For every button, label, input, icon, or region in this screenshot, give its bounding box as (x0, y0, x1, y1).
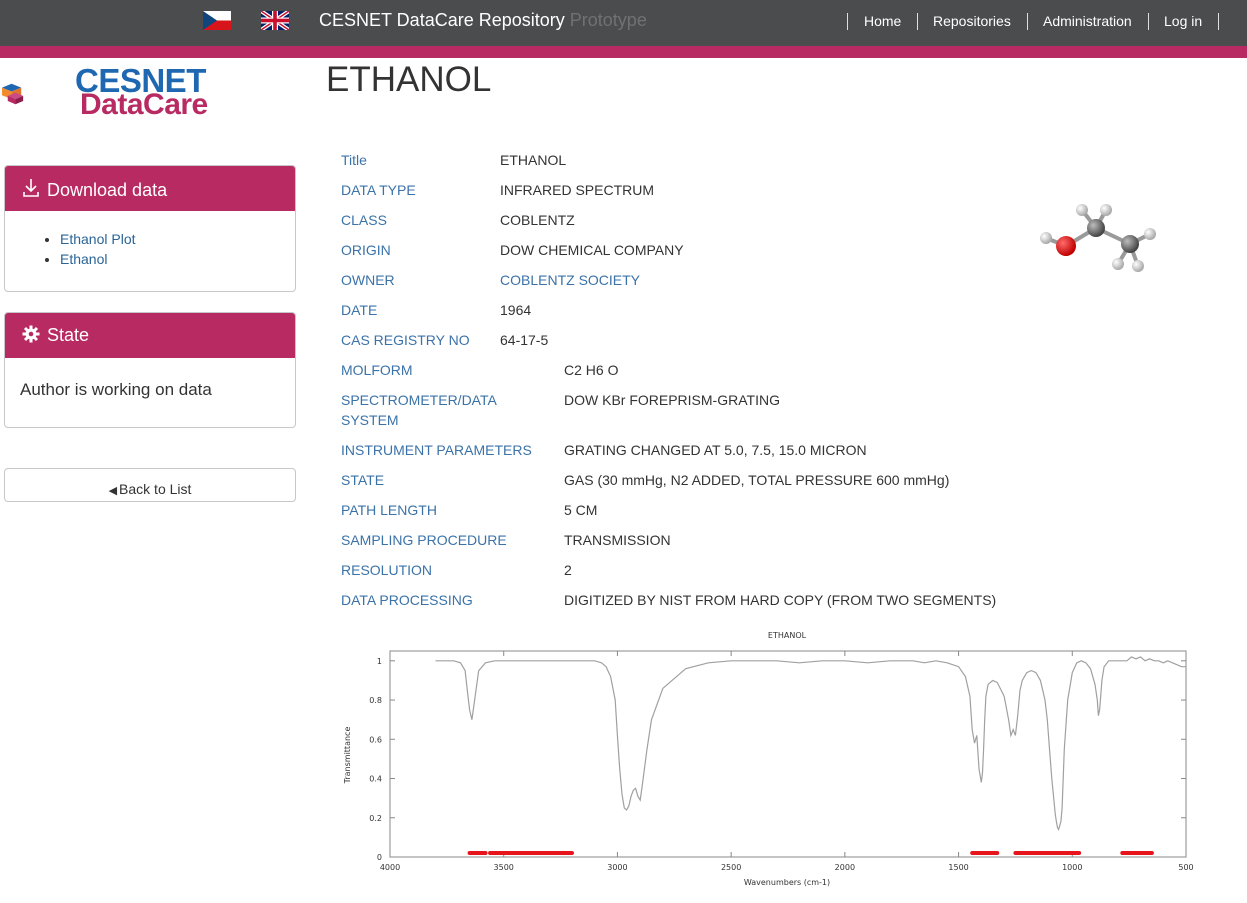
nav-divider (1148, 13, 1149, 30)
brand-suffix: Prototype (569, 10, 647, 30)
metadata-key-line: SYSTEM (341, 412, 399, 428)
state-text: Author is working on data (20, 380, 212, 399)
chart-title: ETHANOL (768, 631, 807, 640)
y-tick-label: 0.2 (369, 814, 382, 823)
x-tick-label: 4000 (380, 863, 400, 872)
metadata-key: SPECTROMETER/DATA SYSTEM (341, 390, 521, 430)
x-tick-label: 2000 (835, 863, 855, 872)
state-panel-title: State (47, 325, 90, 345)
x-tick-label: 1500 (948, 863, 968, 872)
nav-repositories[interactable]: Repositories (933, 13, 1011, 29)
nav-divider (1218, 13, 1219, 30)
metadata-value: C2 H6 O (564, 362, 619, 378)
brand-name: CESNET DataCare Repository (319, 10, 565, 30)
y-axis-label: Transmittance (343, 727, 352, 785)
download-panel-header: Download data (5, 166, 295, 211)
x-axis-label: Wavenumbers (cm-1) (744, 878, 830, 887)
spectrum-chart: ETHANOL 4000 3500 3000 2500 2000 1500 1000 500 … (343, 631, 1194, 887)
owner-link[interactable]: COBLENTZ SOCIETY (500, 270, 640, 290)
metadata-value: DOW CHEMICAL COMPANY (500, 242, 684, 258)
cube-logo-icon (2, 83, 24, 105)
state-panel: State Author is working on data (4, 312, 296, 428)
metadata-value: DOW KBr FOREPRISM-GRATING (564, 392, 780, 408)
metadata-key: SAMPLING PROCEDURE (341, 532, 507, 548)
back-to-list-label: Back to List (119, 480, 192, 497)
metadata-value: 1964 (500, 302, 532, 318)
metadata-value: TRANSMISSION (564, 532, 671, 548)
metadata-key: DATA PROCESSING (341, 592, 473, 608)
accent-stripe (0, 46, 1247, 58)
brand-title[interactable]: CESNET DataCare Repository Prototype (319, 10, 647, 31)
metadata-value: GRATING CHANGED AT 5.0, 7.5, 15.0 MICRON (564, 442, 867, 458)
nav-administration[interactable]: Administration (1043, 13, 1132, 29)
metadata-key: DATE (341, 302, 378, 318)
metadata-value: INFRARED SPECTRUM (500, 182, 655, 198)
download-ethanol-link[interactable]: Ethanol (60, 251, 107, 267)
caret-left-icon: ◀ (108, 484, 118, 497)
metadata-key: OWNER (341, 272, 395, 288)
download-icon (23, 179, 39, 197)
nav-divider (847, 13, 848, 30)
back-to-list-button[interactable]: ◀ Back to List (4, 468, 296, 502)
metadata-key: CAS REGISTRY NO (341, 332, 470, 348)
metadata-key: MOLFORM (341, 362, 413, 378)
logo-datacare-text: DataCare (80, 88, 208, 121)
metadata-key: DATA TYPE (341, 182, 416, 198)
nav-divider (917, 13, 918, 30)
x-tick-label: 500 (1178, 863, 1193, 872)
metadata-value: COBLENTZ (500, 212, 575, 228)
metadata-value: 5 CM (564, 502, 598, 518)
gear-icon (22, 325, 40, 343)
y-tick-label: 0.6 (369, 735, 382, 744)
plot-area-frame (389, 650, 1187, 858)
x-tick-label: 1000 (1062, 863, 1082, 872)
uk-flag-icon[interactable] (261, 11, 289, 30)
download-panel-title: Download data (47, 180, 168, 200)
czech-flag-icon[interactable] (203, 11, 231, 30)
ethanol-molecule-image (1040, 204, 1156, 272)
y-tick-label: 1 (377, 657, 382, 666)
metadata-value: ETHANOL (500, 152, 567, 168)
y-tick-label: 0.4 (369, 775, 382, 784)
y-tick-label: 0 (377, 853, 382, 862)
download-ethanol-plot-link[interactable]: Ethanol Plot (60, 231, 136, 247)
metadata-value: GAS (30 mmHg, N2 ADDED, TOTAL PRESSURE 6… (564, 472, 950, 488)
x-tick-label: 2500 (721, 863, 741, 872)
nav-login[interactable]: Log in (1164, 13, 1202, 29)
metadata-value: 2 (564, 562, 572, 578)
metadata-key: PATH LENGTH (341, 502, 437, 518)
state-panel-header: State (5, 313, 295, 358)
metadata-key: ORIGIN (341, 242, 391, 258)
metadata-value: 64-17-5 (500, 332, 549, 348)
list-item: Ethanol (60, 249, 295, 269)
metadata-key: Title (341, 152, 367, 168)
x-axis-ticks: 4000 3500 3000 2500 2000 1500 1000 500 (380, 651, 1194, 872)
metadata-key: CLASS (341, 212, 387, 228)
download-list: Ethanol Plot Ethanol (5, 229, 295, 269)
x-tick-label: 3500 (494, 863, 514, 872)
page-title: ETHANOL (326, 60, 492, 99)
metadata-key-line: SPECTROMETER/DATA (341, 392, 497, 408)
metadata-key: RESOLUTION (341, 562, 433, 578)
metadata-value: DIGITIZED BY NIST FROM HARD COPY (FROM T… (564, 592, 997, 608)
top-navbar: CESNET DataCare Repository Prototype Hom… (0, 0, 1247, 46)
spectrum-line (435, 656, 1186, 831)
y-tick-label: 0.8 (369, 696, 382, 705)
metadata-key: INSTRUMENT PARAMETERS (341, 442, 532, 458)
nav-divider (1027, 13, 1028, 30)
nav-home[interactable]: Home (864, 13, 901, 29)
x-tick-label: 3000 (607, 863, 627, 872)
list-item: Ethanol Plot (60, 229, 295, 249)
metadata-key: STATE (341, 472, 385, 488)
download-panel: Download data Ethanol Plot Ethanol (4, 165, 296, 292)
